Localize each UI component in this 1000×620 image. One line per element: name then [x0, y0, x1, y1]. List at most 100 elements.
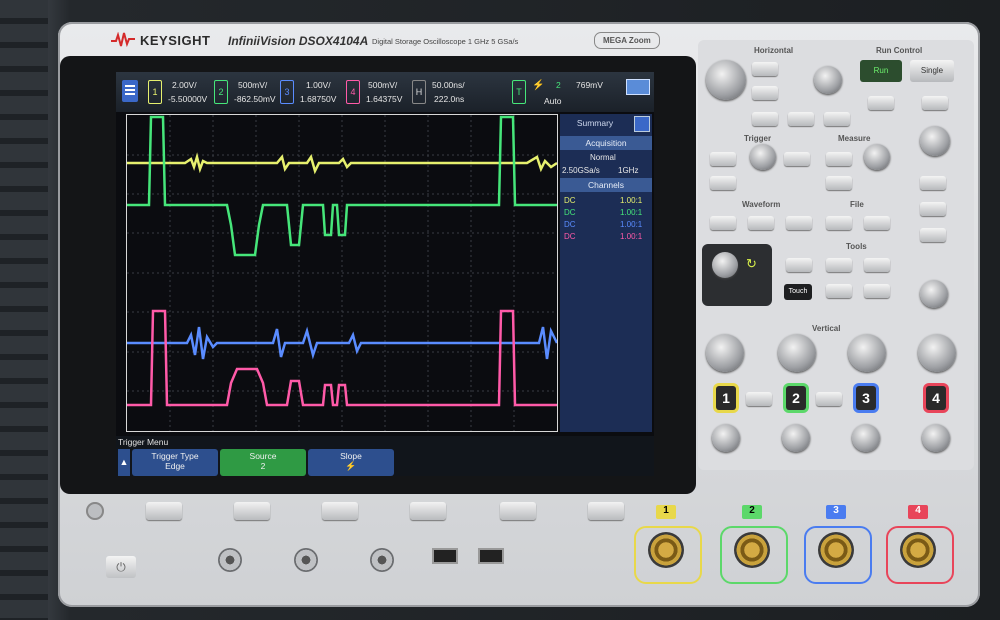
- auto-scale-button[interactable]: [922, 96, 948, 110]
- channels-header: Channels: [560, 178, 652, 192]
- softkey-5-button[interactable]: [500, 502, 536, 520]
- softkey-row: Trigger Menu ▲ Trigger Type Edge Source …: [116, 436, 654, 476]
- analyze-tools-button[interactable]: [864, 258, 890, 272]
- softkey-6-button[interactable]: [588, 502, 624, 520]
- horizontal-button[interactable]: [752, 62, 778, 76]
- ch4-scale-knob[interactable]: [918, 334, 956, 372]
- ch4-button[interactable]: 4: [926, 386, 946, 410]
- horizontal-position-knob[interactable]: [814, 66, 842, 94]
- usb-port-2[interactable]: [478, 548, 504, 564]
- timebase-delay: 222.0ns: [434, 94, 465, 104]
- back-arrow-icon[interactable]: ▲: [118, 449, 130, 476]
- display-settings-icon[interactable]: [626, 79, 650, 95]
- softkey-2-button[interactable]: [234, 502, 270, 520]
- ch1-probe: 1.00:1: [620, 196, 643, 205]
- trigger-level: 769mV: [576, 80, 603, 90]
- ch1-button[interactable]: 1: [716, 386, 736, 410]
- navigate-stop-button[interactable]: [788, 112, 814, 126]
- horizontal-scale-knob[interactable]: [706, 60, 746, 100]
- trigger-level-knob[interactable]: [750, 144, 776, 170]
- softkey-1-button[interactable]: [146, 502, 182, 520]
- summary-icon[interactable]: [634, 116, 650, 132]
- ch3-position-knob[interactable]: [852, 424, 880, 452]
- trigger-section-label: Trigger: [744, 134, 772, 143]
- softkey-trigger-type[interactable]: Trigger Type Edge: [132, 449, 218, 476]
- ch1-scale-knob[interactable]: [706, 334, 744, 372]
- input-1-bnc-connector[interactable]: [648, 532, 684, 568]
- channel-4-scale: 500mV/: [368, 80, 398, 90]
- probe-comp-port-2[interactable]: [294, 548, 318, 572]
- display-button[interactable]: [748, 216, 774, 230]
- control-panel: Horizontal Run Control Trigger Measure W…: [698, 40, 974, 470]
- channel-1-badge[interactable]: 1: [148, 80, 162, 104]
- side-knob-bottom[interactable]: [920, 280, 948, 308]
- analyze-button[interactable]: [786, 216, 812, 230]
- cursors-button[interactable]: [826, 152, 852, 166]
- usb-port-1[interactable]: [432, 548, 458, 564]
- label-button[interactable]: [746, 392, 772, 406]
- single-button[interactable]: Single: [910, 60, 954, 82]
- channel-2-badge[interactable]: 2: [214, 80, 228, 104]
- run-control-label: Run Control: [876, 46, 923, 55]
- zoom-button[interactable]: [752, 86, 778, 100]
- horizontal-badge[interactable]: H: [412, 80, 426, 104]
- wavegen-button[interactable]: [826, 284, 852, 298]
- acquire-button[interactable]: [710, 216, 736, 230]
- ch1-coupling: DC: [564, 196, 576, 205]
- model-description: Digital Storage Oscilloscope 1 GHz 5 GSa…: [372, 37, 519, 46]
- ch4-position-knob[interactable]: [922, 424, 950, 452]
- navigate-back-button[interactable]: [752, 112, 778, 126]
- help-button[interactable]: [864, 284, 890, 298]
- brand-name: KEYSIGHT: [140, 33, 211, 48]
- side-button-3[interactable]: [920, 228, 946, 242]
- probe-comp-port-1[interactable]: [218, 548, 242, 572]
- horizontal-label: Horizontal: [754, 46, 794, 55]
- entry-knob-right[interactable]: [920, 126, 950, 156]
- input-4-bnc-connector[interactable]: [900, 532, 936, 568]
- softkey-3-button[interactable]: [322, 502, 358, 520]
- ch2-button[interactable]: 2: [786, 386, 806, 410]
- softkey-source[interactable]: Source 2: [220, 449, 306, 476]
- softkey-menu-title: Trigger Menu: [118, 437, 169, 447]
- navigate-forward-button[interactable]: [824, 112, 850, 126]
- softkey-4-button[interactable]: [410, 502, 446, 520]
- file-section-label: File: [850, 200, 864, 209]
- ch2-position-knob[interactable]: [782, 424, 810, 452]
- print-button[interactable]: [864, 216, 890, 230]
- channel-4-badge[interactable]: 4: [346, 80, 360, 104]
- power-button[interactable]: ⏻: [106, 556, 136, 578]
- run-stop-button[interactable]: Run: [860, 60, 902, 82]
- quick-action-button[interactable]: [826, 258, 852, 272]
- math-button[interactable]: [816, 392, 842, 406]
- trigger-badge[interactable]: T: [512, 80, 526, 104]
- ch3-button[interactable]: 3: [856, 386, 876, 410]
- channel-2-offset: -862.50mV: [234, 94, 276, 104]
- touch-button[interactable]: Touch: [784, 284, 812, 300]
- default-setup-button[interactable]: [868, 96, 894, 110]
- input-2-label: 2: [742, 505, 762, 519]
- softkey-slope[interactable]: Slope ⚡: [308, 449, 394, 476]
- save-recall-button[interactable]: [826, 216, 852, 230]
- general-purpose-knob[interactable]: [712, 252, 738, 278]
- ch2-scale-knob[interactable]: [778, 334, 816, 372]
- meas-button[interactable]: [826, 176, 852, 190]
- main-menu-icon[interactable]: [122, 80, 138, 102]
- mode-coupling-button[interactable]: [710, 176, 736, 190]
- ch2-coupling: DC: [564, 208, 576, 217]
- softkey-menu-icon[interactable]: [86, 502, 104, 520]
- side-button-1[interactable]: [920, 176, 946, 190]
- cursors-knob[interactable]: [864, 144, 890, 170]
- summary-tab[interactable]: Summary: [560, 116, 630, 130]
- waveform-grid[interactable]: [126, 114, 558, 432]
- utility-button[interactable]: [786, 258, 812, 272]
- side-button-2[interactable]: [920, 202, 946, 216]
- force-trigger-button[interactable]: [784, 152, 810, 166]
- display-screen[interactable]: 1 2.00V/ -5.50000V 2 500mV/ -862.50mV 3 …: [116, 72, 654, 476]
- input-3-bnc-connector[interactable]: [818, 532, 854, 568]
- ch1-position-knob[interactable]: [712, 424, 740, 452]
- trigger-button[interactable]: [710, 152, 736, 166]
- input-2-bnc-connector[interactable]: [734, 532, 770, 568]
- ch3-scale-knob[interactable]: [848, 334, 886, 372]
- channel-3-badge[interactable]: 3: [280, 80, 294, 104]
- ground-port[interactable]: [370, 548, 394, 572]
